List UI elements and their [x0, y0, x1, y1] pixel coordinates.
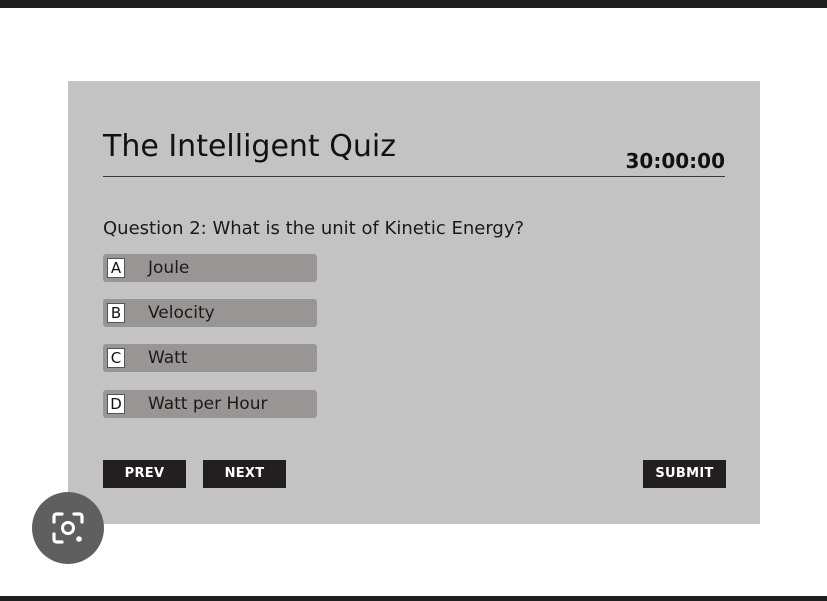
- lens-search-icon: [52, 512, 84, 544]
- option-label: Watt: [148, 348, 188, 368]
- question-text: Question 2: What is the unit of Kinetic …: [103, 218, 525, 239]
- quiz-timer: 30:00:00: [625, 149, 726, 173]
- top-frame-bar: [0, 0, 827, 8]
- next-button[interactable]: NEXT: [203, 460, 286, 488]
- submit-button[interactable]: SUBMIT: [643, 460, 726, 488]
- title-divider: [103, 176, 725, 177]
- option-label: Watt per Hour: [148, 394, 268, 414]
- quiz-title: The Intelligent Quiz: [103, 129, 396, 164]
- option-b[interactable]: B Velocity: [103, 299, 317, 327]
- option-letter: D: [107, 394, 125, 414]
- option-a[interactable]: A Joule: [103, 254, 317, 282]
- option-letter: A: [107, 258, 125, 278]
- option-label: Velocity: [148, 303, 215, 323]
- option-letter: B: [107, 303, 125, 323]
- option-d[interactable]: D Watt per Hour: [103, 390, 317, 418]
- option-letter: C: [107, 348, 125, 368]
- quiz-panel: The Intelligent Quiz 30:00:00 Question 2…: [68, 81, 760, 524]
- option-c[interactable]: C Watt: [103, 344, 317, 372]
- option-label: Joule: [148, 258, 190, 278]
- lens-search-button[interactable]: [32, 492, 104, 564]
- prev-button[interactable]: PREV: [103, 460, 186, 488]
- bottom-frame-bar: [0, 596, 827, 601]
